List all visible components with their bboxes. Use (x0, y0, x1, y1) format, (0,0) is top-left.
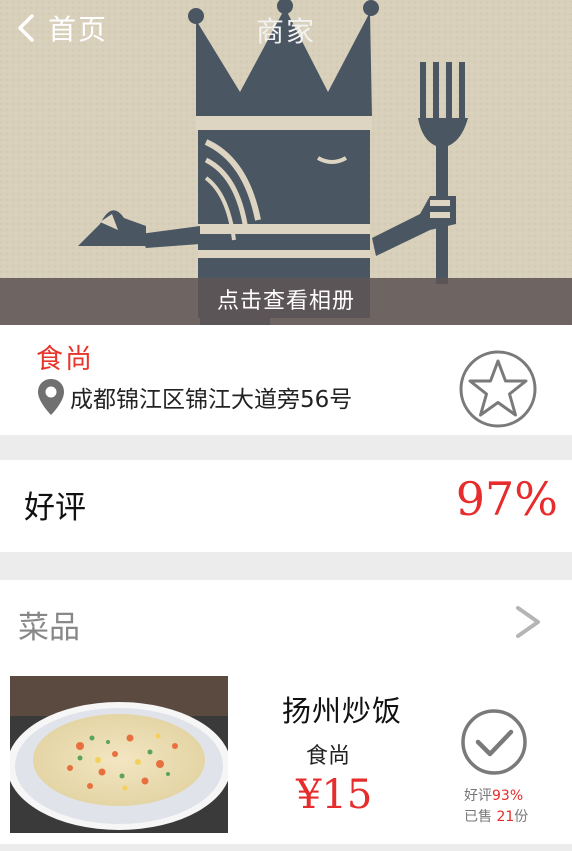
hero-banner[interactable]: 首页 商家 点击查看相册 (0, 0, 572, 325)
dish-sold-count: 21 (496, 809, 515, 825)
bottom-divider (0, 846, 572, 851)
dish-sold: 已售 21份 (464, 807, 528, 828)
shop-address[interactable]: 成都锦江区锦江大道旁56号 (36, 377, 352, 417)
location-pin-icon (38, 379, 64, 415)
check-icon[interactable] (460, 708, 528, 776)
dish-sold-label: 已售 (464, 809, 492, 825)
dish-list-item[interactable]: 扬州炒饭 食尚 ¥15 好评93% 已售 21份 (0, 664, 572, 844)
dish-sold-unit: 份 (514, 809, 529, 825)
favorite-star-button[interactable] (458, 349, 538, 429)
page-title: 商家 (255, 15, 316, 48)
shop-address-text: 成都锦江区锦江大道旁56号 (70, 387, 353, 413)
rating-label: 好评 (24, 490, 86, 526)
rating-value: 97% (455, 472, 558, 526)
dishes-section-header[interactable]: 菜品 (0, 580, 572, 664)
dish-price: ¥15 (296, 772, 373, 818)
dishes-label: 菜品 (18, 610, 80, 646)
dish-rating-value: 93% (492, 788, 524, 804)
shop-info-card: 食尚 成都锦江区锦江大道旁56号 (0, 325, 572, 435)
navigation-bar: 首页 商家 (0, 0, 572, 56)
dish-rating: 好评93% (464, 786, 528, 807)
rating-row: 好评 97% (0, 460, 572, 552)
dish-stats: 好评93% 已售 21份 (464, 786, 528, 828)
dish-name: 扬州炒饭 (282, 694, 403, 728)
star-icon (459, 350, 537, 428)
dish-rating-label: 好评 (464, 788, 492, 804)
view-album-button[interactable]: 点击查看相册 (0, 278, 572, 325)
shop-name: 食尚 (36, 344, 94, 375)
chevron-right-icon (516, 606, 540, 638)
dish-shop-name: 食尚 (306, 744, 351, 769)
dish-photo (10, 676, 228, 833)
